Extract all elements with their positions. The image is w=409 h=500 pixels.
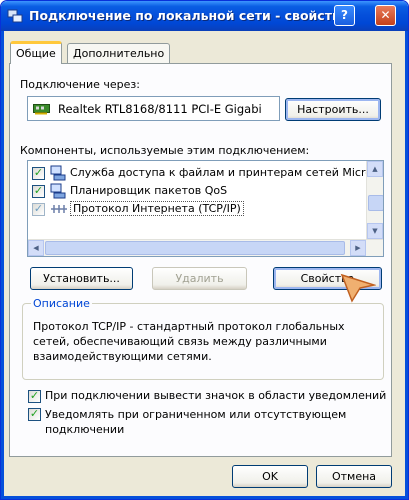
title-bar[interactable]: Подключение по локальной сети - свойства… bbox=[1, 1, 408, 31]
show-icon-label: При подключении вывести значок в области… bbox=[45, 389, 387, 402]
cursor-pointer-icon bbox=[340, 273, 376, 303]
scroll-left-icon[interactable]: ◀ bbox=[28, 240, 44, 256]
components-label: Компоненты, используемые этим подключени… bbox=[20, 144, 310, 157]
component-checkbox[interactable]: ✓ bbox=[32, 203, 45, 216]
component-checkbox[interactable]: ✓ bbox=[32, 185, 45, 198]
remove-button[interactable]: Удалить bbox=[152, 267, 247, 290]
ok-button[interactable]: OK bbox=[232, 465, 308, 488]
notify-option[interactable]: ✓ Уведомлять при ограниченном или отсутс… bbox=[28, 407, 378, 439]
tab-general-label: Общие bbox=[16, 47, 56, 60]
adapter-name: Realtek RTL8168/8111 PCI-E Gigabi bbox=[58, 102, 262, 116]
tab-advanced[interactable]: Дополнительно bbox=[67, 43, 171, 63]
tab-advanced-label: Дополнительно bbox=[73, 47, 165, 60]
close-button[interactable]: ✕ bbox=[375, 5, 396, 26]
scroll-up-icon[interactable]: ▲ bbox=[367, 161, 383, 177]
components-list[interactable]: ✓ Служба доступа к файлам и принтерам се… bbox=[27, 160, 384, 257]
vertical-scroll-thumb[interactable] bbox=[368, 195, 383, 211]
list-item[interactable]: ✓ Служба доступа к файлам и принтерам се… bbox=[32, 165, 372, 183]
connect-using-label: Подключение через: bbox=[20, 78, 140, 91]
service-icon bbox=[50, 165, 66, 181]
scroll-right-icon[interactable]: ▶ bbox=[350, 240, 366, 256]
description-group: Описание Протокол TCP/IP - стандартный п… bbox=[22, 297, 384, 380]
horizontal-scroll-thumb[interactable] bbox=[45, 241, 345, 255]
tab-panel-general: Подключение через: Realtek RTL8168/8111 … bbox=[9, 63, 392, 457]
component-label: Служба доступа к файлам и принтерам сете… bbox=[70, 166, 372, 179]
network-connection-icon bbox=[7, 9, 23, 23]
component-checkbox[interactable]: ✓ bbox=[32, 167, 45, 180]
component-label: Планировщик пакетов QoS bbox=[70, 184, 228, 197]
component-label: Протокол Интернета (TCP/IP) bbox=[70, 201, 244, 216]
vertical-scrollbar[interactable]: ▲ ▼ bbox=[366, 161, 383, 239]
description-title: Описание bbox=[31, 297, 92, 310]
adapter-field: Realtek RTL8168/8111 PCI-E Gigabi bbox=[27, 96, 280, 121]
show-icon-option[interactable]: ✓ При подключении вывести значок в облас… bbox=[28, 389, 386, 405]
network-card-icon bbox=[33, 104, 50, 115]
cancel-button[interactable]: Отмена bbox=[316, 465, 392, 488]
show-icon-checkbox[interactable]: ✓ bbox=[28, 390, 41, 403]
horizontal-scrollbar[interactable]: ◀ ▶ bbox=[28, 239, 383, 256]
help-button[interactable]: ? bbox=[334, 5, 355, 26]
description-text: Протокол TCP/IP - стандартный протокол г… bbox=[33, 320, 345, 363]
scroll-down-icon[interactable]: ▼ bbox=[367, 223, 383, 239]
tab-general[interactable]: Общие bbox=[10, 41, 62, 64]
configure-button[interactable]: Настроить... bbox=[285, 98, 381, 121]
service-icon bbox=[50, 183, 66, 199]
list-item[interactable]: ✓ Планировщик пакетов QoS bbox=[32, 183, 367, 201]
properties-dialog: Подключение по локальной сети - свойства… bbox=[0, 0, 409, 500]
list-item-selected[interactable]: ✓ Протокол Интернета (TCP/IP) bbox=[32, 201, 367, 219]
protocol-icon bbox=[51, 205, 67, 213]
install-button[interactable]: Установить... bbox=[30, 267, 133, 290]
notify-checkbox[interactable]: ✓ bbox=[28, 408, 41, 421]
window-title: Подключение по локальной сети - свойства bbox=[29, 8, 349, 23]
notify-label: Уведомлять при ограниченном или отсутств… bbox=[45, 408, 347, 436]
